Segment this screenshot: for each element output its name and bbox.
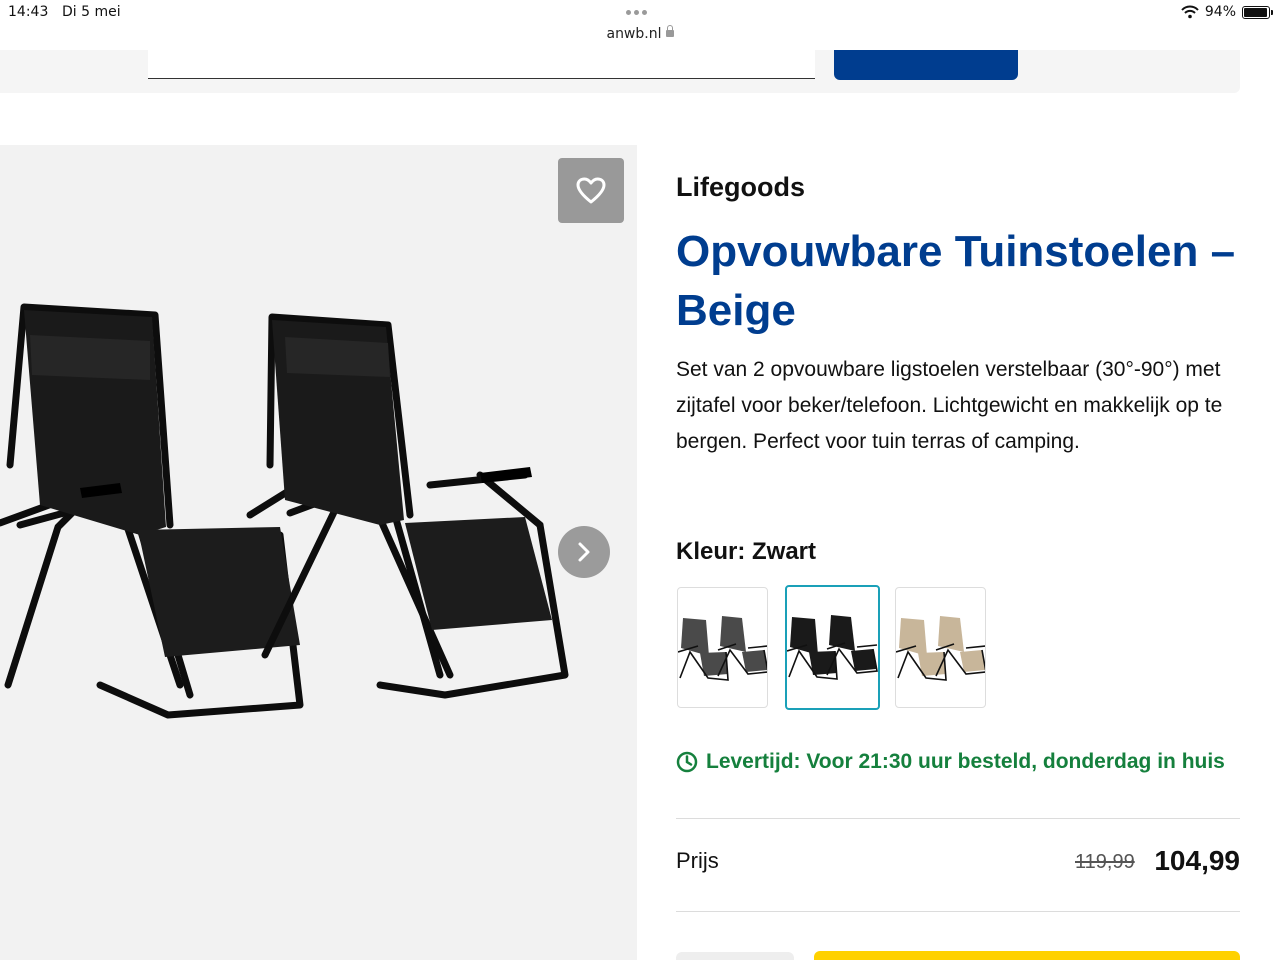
lock-icon: [665, 25, 674, 37]
header-search-strip: [0, 50, 1240, 93]
heart-icon: [576, 177, 606, 203]
status-right: 94%: [1181, 4, 1273, 20]
color-swatch-zwart[interactable]: [785, 585, 880, 710]
search-button[interactable]: [834, 50, 1018, 80]
multitasking-dots-icon[interactable]: [626, 10, 647, 15]
status-date: Di 5 mei: [62, 4, 121, 20]
battery-icon: [1242, 5, 1273, 19]
battery-level: [1244, 7, 1267, 17]
color-swatch-grijs[interactable]: [677, 587, 768, 708]
add-to-cart-button[interactable]: [814, 951, 1240, 960]
delivery-text: Levertijd: Voor 21:30 uur besteld, donde…: [706, 750, 1225, 773]
search-input[interactable]: [148, 50, 815, 79]
address-bar[interactable]: anwb.nl: [0, 25, 1280, 42]
color-swatch-beige[interactable]: [895, 587, 986, 708]
status-bar: 14:43 Di 5 mei anwb.nl 94%: [0, 0, 1280, 50]
gallery-next-button[interactable]: [558, 526, 610, 578]
status-time: 14:43: [8, 4, 49, 20]
product-description: Set van 2 opvouwbare ligstoelen verstelb…: [676, 358, 1223, 453]
color-label: Kleur: Zwart: [676, 538, 817, 565]
product-gallery: [0, 145, 637, 960]
url-text: anwb.nl: [606, 26, 662, 42]
chevron-right-icon: [578, 542, 590, 562]
favorite-button[interactable]: [558, 158, 624, 223]
battery-percent: 94%: [1204, 4, 1236, 20]
swatch-image: [896, 616, 985, 681]
divider: [676, 911, 1240, 912]
divider: [676, 818, 1240, 819]
swatch-image: [787, 615, 878, 680]
wifi-icon: [1181, 5, 1199, 19]
product-brand[interactable]: Lifegoods: [676, 172, 805, 203]
quantity-selector[interactable]: [676, 952, 794, 960]
price-label: Prijs: [676, 848, 719, 873]
product-image[interactable]: [0, 295, 580, 735]
delivery-info: Levertijd: Voor 21:30 uur besteld, donde…: [676, 750, 1225, 774]
clock-icon: [676, 751, 698, 773]
swatch-image: [678, 616, 767, 681]
product-title: Opvouwbare Tuinstoelen – Beige: [676, 227, 1236, 335]
current-price: 104,99: [1154, 845, 1240, 876]
old-price: 119,99: [1075, 851, 1135, 873]
